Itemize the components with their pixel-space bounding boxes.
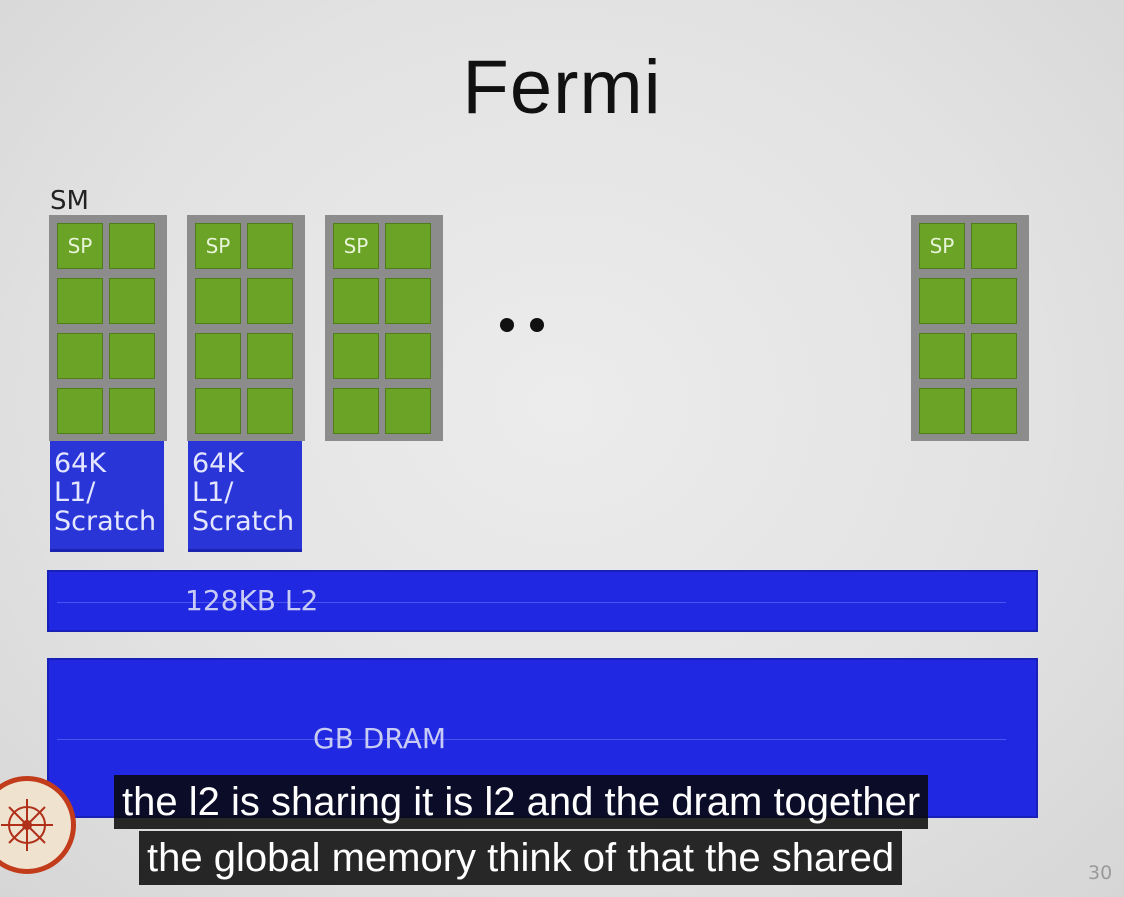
core [247,223,293,269]
l1-line: L1/ [192,477,234,508]
core [385,388,431,434]
core [109,333,155,379]
slide-title: Fermi [462,45,662,130]
sm-block: SP [325,215,443,441]
core [57,333,103,379]
caption-line-2: the global memory think of that the shar… [139,831,903,885]
core [109,223,155,269]
l1-line: Scratch [192,506,295,537]
core [333,278,379,324]
sm-label: SM [50,186,89,216]
sm-block: SP [49,215,167,441]
core [919,388,965,434]
l1-scratch-block: 64K L1/ Scratch [50,441,164,552]
core [247,333,293,379]
core [919,278,965,324]
core [971,223,1017,269]
l2-cache-bar: 128KB L2 [47,570,1038,632]
core [57,388,103,434]
page-number: 30 [1088,862,1113,884]
core [333,388,379,434]
core [385,223,431,269]
core [919,333,965,379]
core [971,388,1017,434]
core [247,388,293,434]
sp-core: SP [919,223,965,269]
dram-label: GB DRAM [313,722,446,755]
institute-logo-icon [0,776,76,874]
l1-line: Scratch [54,506,157,537]
core [195,388,241,434]
caption-line-1: the l2 is sharing it is l2 and the dram … [114,775,929,829]
core [195,333,241,379]
core [109,278,155,324]
core [109,388,155,434]
core [971,333,1017,379]
core [385,278,431,324]
sm-block: SP [187,215,305,441]
core [333,333,379,379]
core [195,278,241,324]
slide: Fermi SM SP 64K L1/ Scratch SP 64K L1/ S… [0,0,1124,897]
core [385,333,431,379]
l1-line: L1/ [54,477,96,508]
sp-core: SP [195,223,241,269]
sm-block: SP [911,215,1029,441]
core [971,278,1017,324]
sp-core: SP [57,223,103,269]
l2-label: 128KB L2 [185,584,319,617]
core [57,278,103,324]
l1-line: 64K [192,448,245,479]
l1-line: 64K [54,448,107,479]
l1-scratch-block: 64K L1/ Scratch [188,441,302,552]
sp-core: SP [333,223,379,269]
core [247,278,293,324]
